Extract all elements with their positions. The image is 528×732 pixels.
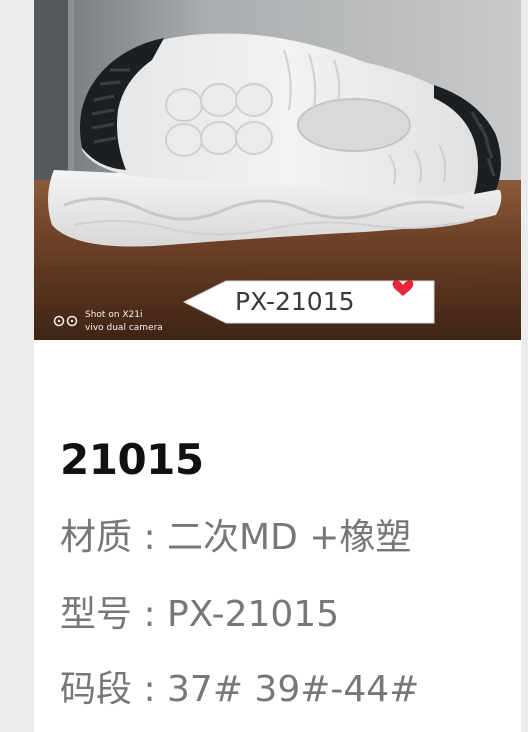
size-range-spec: 码段 : 37# 39#-44# [60, 669, 420, 710]
wall-pillar-edge [68, 0, 74, 190]
watermark-line1: Shot on X21i [85, 310, 143, 320]
wall-pillar [34, 0, 68, 190]
product-title: 21015 [60, 435, 204, 484]
material-spec: 材质 : 二次MD +橡塑 [60, 517, 412, 558]
tag-label: PX-21015 [235, 287, 355, 316]
model-spec: 型号 : PX-21015 [60, 594, 340, 635]
watermark-line2: vivo dual camera [85, 323, 163, 333]
product-photo[interactable]: PX-21015 Shot on X21i vivo dual camera [34, 0, 521, 340]
product-card[interactable]: PX-21015 Shot on X21i vivo dual camera 2… [34, 0, 521, 732]
